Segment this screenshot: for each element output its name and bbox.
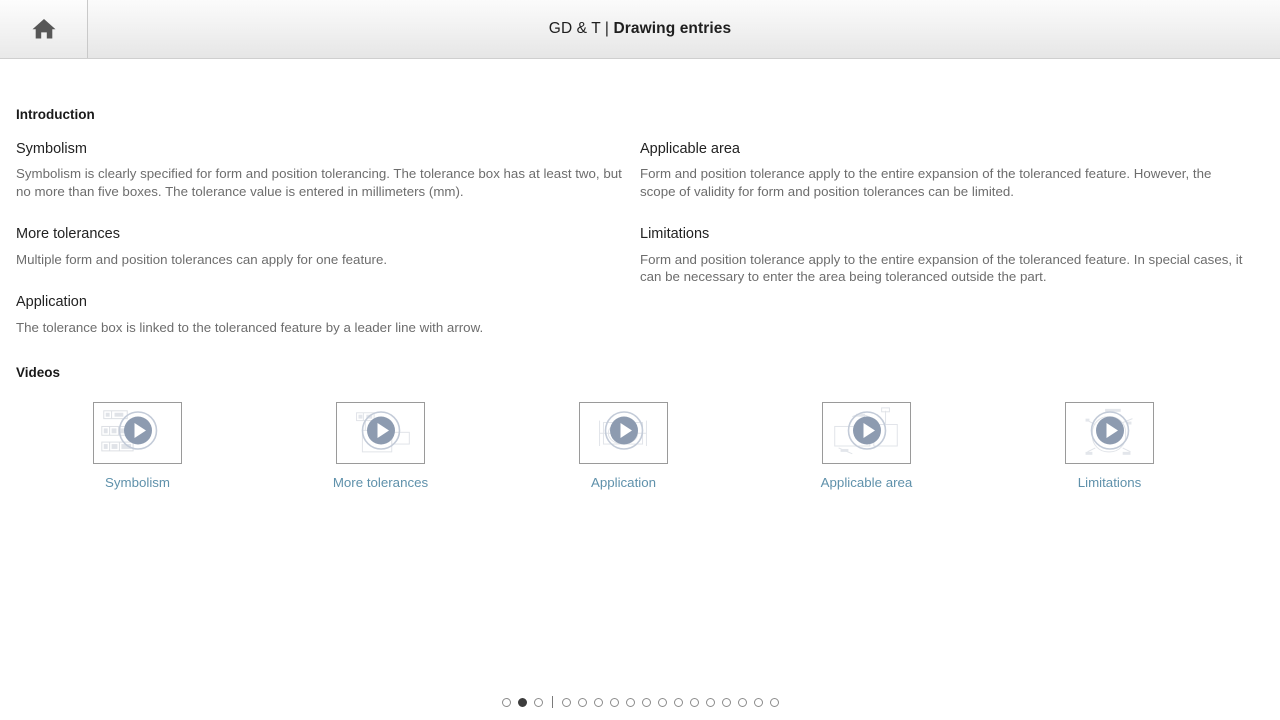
play-icon[interactable] xyxy=(361,411,401,456)
video-item-limitations[interactable]: Limitations xyxy=(988,402,1231,491)
page-dot[interactable] xyxy=(689,697,699,707)
app-header: GD & T | Drawing entries xyxy=(0,0,1280,59)
video-item-applicable-area[interactable]: Applicable area xyxy=(745,402,988,491)
entry-heading: More tolerances xyxy=(16,226,120,243)
page-dot[interactable] xyxy=(753,697,763,707)
page-dot[interactable] xyxy=(593,697,603,707)
entry-body: The tolerance box is linked to the toler… xyxy=(16,319,484,335)
entry-body: Multiple form and position tolerances ca… xyxy=(16,251,388,267)
page-dot[interactable] xyxy=(657,697,667,707)
intro-left-column: Symbolism Symbolism is clearly specified… xyxy=(16,141,640,336)
entry-application: Application The tolerance box is linked … xyxy=(16,294,640,336)
video-caption[interactable]: More tolerances xyxy=(333,475,428,491)
page-dot[interactable] xyxy=(517,697,527,707)
entry-symbolism: Symbolism Symbolism is clearly specified… xyxy=(16,141,640,200)
video-thumbnail[interactable] xyxy=(93,402,182,465)
page-dot[interactable] xyxy=(769,697,779,707)
page-dot[interactable] xyxy=(641,697,651,707)
videos-row: Symbolism More tolerances Application Ap… xyxy=(16,402,1264,491)
page-dot[interactable] xyxy=(533,697,543,707)
page-dot[interactable] xyxy=(609,697,619,707)
page-dot[interactable] xyxy=(721,697,731,707)
video-thumbnail[interactable] xyxy=(1065,402,1154,465)
page-indicator-separator xyxy=(551,696,553,708)
play-icon[interactable] xyxy=(1090,411,1130,456)
entry-more-tolerances: More tolerances Multiple form and positi… xyxy=(16,226,640,268)
entry-heading: Applicable area xyxy=(640,141,740,157)
entry-applicable-area: Applicable area Form and position tolera… xyxy=(640,141,1264,200)
page-title: GD & T | Drawing entries xyxy=(549,20,731,38)
introduction-heading: Introduction xyxy=(16,107,95,122)
video-caption[interactable]: Symbolism xyxy=(105,475,170,491)
play-icon[interactable] xyxy=(604,411,644,456)
entry-body: Symbolism is clearly specified for form … xyxy=(16,166,622,199)
page-title-prefix: GD & T | xyxy=(548,20,614,37)
entry-heading: Limitations xyxy=(640,226,710,243)
page-dot[interactable] xyxy=(577,697,587,707)
page-dot[interactable] xyxy=(561,697,571,707)
page-dot[interactable] xyxy=(501,697,511,707)
play-icon[interactable] xyxy=(847,411,887,456)
video-caption[interactable]: Application xyxy=(591,475,656,491)
page-dot[interactable] xyxy=(673,697,683,707)
page-dot[interactable] xyxy=(737,697,747,707)
entry-body: Form and position tolerance apply to the… xyxy=(640,251,1243,285)
page-indicator[interactable] xyxy=(0,696,1280,708)
home-icon xyxy=(31,17,57,41)
page-dot[interactable] xyxy=(625,697,635,707)
entry-limitations: Limitations Form and position tolerance … xyxy=(640,226,1264,285)
video-caption[interactable]: Applicable area xyxy=(821,475,913,491)
videos-heading: Videos xyxy=(16,365,61,381)
video-item-application[interactable]: Application xyxy=(502,402,745,491)
page-title-main: Drawing entries xyxy=(613,20,732,37)
entry-heading: Application xyxy=(16,294,87,311)
introduction-columns: Symbolism Symbolism is clearly specified… xyxy=(16,141,1264,336)
home-button[interactable] xyxy=(0,0,88,58)
video-caption[interactable]: Limitations xyxy=(1078,475,1142,491)
video-item-more-tolerances[interactable]: More tolerances xyxy=(259,402,502,491)
header-title-container: GD & T | Drawing entries xyxy=(0,0,1280,58)
play-icon[interactable] xyxy=(118,411,158,456)
video-thumbnail[interactable] xyxy=(336,402,425,465)
intro-right-column: Applicable area Form and position tolera… xyxy=(640,141,1264,336)
video-thumbnail[interactable] xyxy=(822,402,911,465)
entry-body: Form and position tolerance apply to the… xyxy=(640,166,1212,199)
entry-heading: Symbolism xyxy=(16,141,87,157)
video-item-symbolism[interactable]: Symbolism xyxy=(16,402,259,491)
page-content: Introduction Symbolism Symbolism is clea… xyxy=(0,59,1280,720)
video-thumbnail[interactable] xyxy=(579,402,668,465)
page-dot[interactable] xyxy=(705,697,715,707)
